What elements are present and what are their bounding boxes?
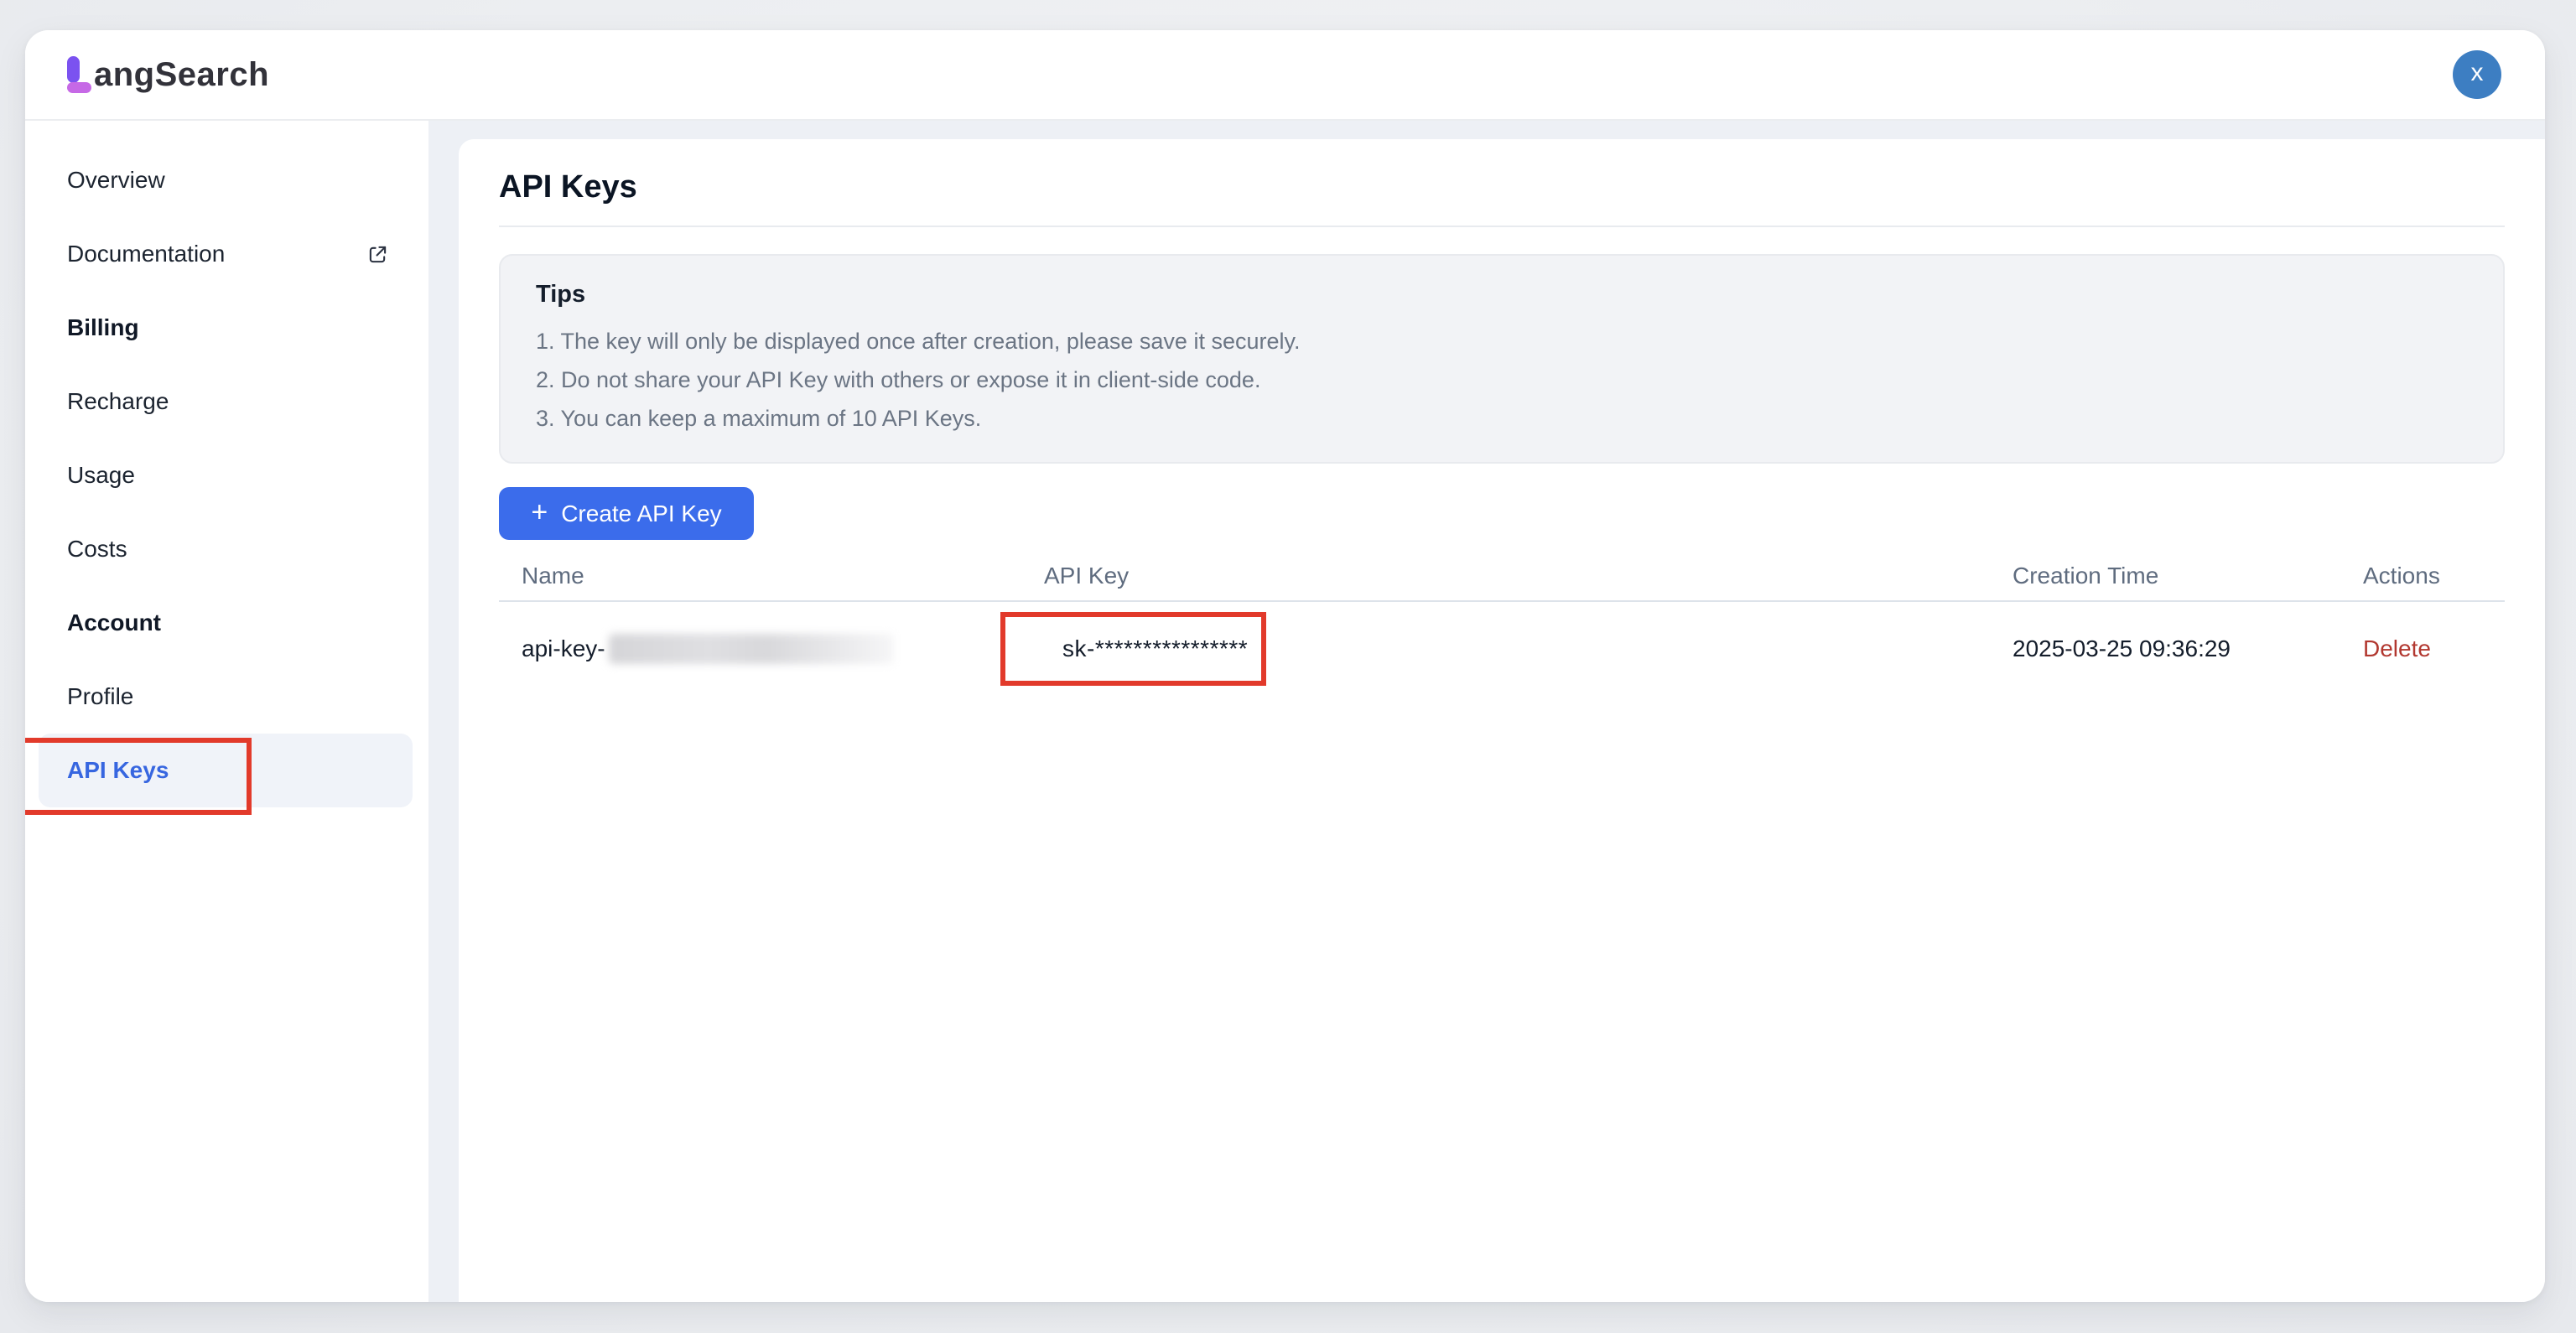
plus-icon: + — [531, 498, 548, 529]
column-header-api-key: API Key — [1021, 563, 1990, 589]
logo-text: angSearch — [94, 56, 269, 93]
sidebar-item-api-keys[interactable]: API Keys — [39, 734, 413, 807]
tips-heading: Tips — [536, 281, 2468, 309]
masked-api-key: sk-**************** — [1062, 635, 1248, 662]
logo-l-horizontal-bar — [67, 82, 91, 93]
content-panel: API Keys Tips 1. The key will only be di… — [459, 139, 2545, 1302]
tips-box: Tips 1. The key will only be displayed o… — [499, 254, 2505, 464]
app-window: angSearch x Overview Documentation Billi… — [25, 30, 2545, 1302]
main-area: API Keys Tips 1. The key will only be di… — [428, 121, 2545, 1302]
sidebar-item-label: Documentation — [67, 241, 225, 267]
sidebar-section-account: Account — [39, 586, 413, 660]
delete-link[interactable]: Delete — [2363, 635, 2431, 662]
sidebar-item-profile[interactable]: Profile — [39, 660, 413, 734]
sidebar-item-label: Usage — [67, 462, 135, 489]
sidebar-section-label: Billing — [67, 314, 139, 341]
sidebar-item-costs[interactable]: Costs — [39, 512, 413, 586]
column-header-name: Name — [499, 563, 1021, 589]
column-header-actions: Actions — [2340, 563, 2505, 589]
tips-line-3: 3. You can keep a maximum of 10 API Keys… — [536, 399, 2468, 438]
sidebar-item-label: Profile — [67, 683, 133, 710]
sidebar-item-recharge[interactable]: Recharge — [39, 365, 413, 438]
cell-creation-time: 2025-03-25 09:36:29 — [1990, 635, 2340, 662]
sidebar-section-billing: Billing — [39, 291, 413, 365]
create-api-key-button[interactable]: + Create API Key — [499, 487, 754, 540]
sidebar-section-label: Account — [67, 609, 161, 636]
external-link-icon — [368, 245, 387, 264]
cell-api-key: sk-**************** — [1021, 635, 1990, 662]
sidebar-item-documentation[interactable]: Documentation — [39, 217, 413, 291]
sidebar-item-label: API Keys — [67, 757, 169, 784]
tips-line-1: 1. The key will only be displayed once a… — [536, 322, 2468, 360]
cell-actions: Delete — [2340, 635, 2505, 662]
blurred-name-redaction — [609, 634, 894, 664]
column-header-creation-time: Creation Time — [1990, 563, 2340, 589]
table-header-row: Name API Key Creation Time Actions — [499, 552, 2505, 602]
api-key-name-prefix: api-key- — [522, 635, 605, 662]
sidebar-item-overview[interactable]: Overview — [39, 143, 413, 217]
sidebar-item-label: Recharge — [67, 388, 169, 415]
user-avatar[interactable]: x — [2453, 50, 2501, 99]
title-divider — [499, 226, 2505, 227]
sidebar-item-label: Costs — [67, 536, 127, 563]
langsearch-logo[interactable]: angSearch — [67, 56, 269, 93]
body-row: Overview Documentation Billing Recharge … — [25, 121, 2545, 1302]
sidebar-item-label: Overview — [67, 167, 165, 194]
sidebar-item-usage[interactable]: Usage — [39, 438, 413, 512]
create-api-key-label: Create API Key — [561, 501, 721, 527]
page-title: API Keys — [499, 168, 2505, 206]
logo-l-mark-icon — [67, 56, 92, 93]
logo-l-vertical-bar — [67, 56, 80, 83]
tips-line-2: 2. Do not share your API Key with others… — [536, 360, 2468, 399]
top-header-bar: angSearch x — [25, 30, 2545, 121]
sidebar: Overview Documentation Billing Recharge … — [25, 121, 428, 1302]
cell-name: api-key- — [499, 634, 1021, 664]
api-keys-table: Name API Key Creation Time Actions api-k… — [499, 552, 2505, 696]
table-row: api-key- sk-**************** 2025-03-25 … — [499, 602, 2505, 696]
